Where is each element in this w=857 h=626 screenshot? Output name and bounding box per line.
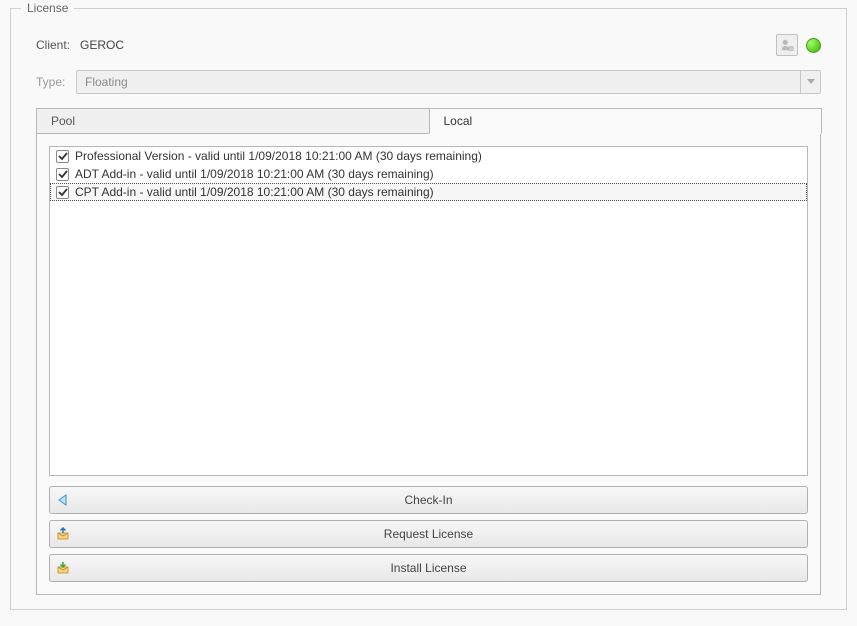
mail-in-icon	[50, 561, 76, 575]
license-item-label: Professional Version - valid until 1/09/…	[75, 149, 482, 163]
chevron-down-icon	[800, 71, 820, 93]
license-list[interactable]: Professional Version - valid until 1/09/…	[49, 146, 808, 476]
install-license-button[interactable]: Install License	[49, 554, 808, 582]
client-row: Client: GEROC	[36, 34, 821, 56]
tabs-header: Pool Local	[36, 108, 821, 134]
button-label: Request License	[76, 527, 807, 541]
request-license-button[interactable]: Request License	[49, 520, 808, 548]
type-label: Type:	[36, 75, 76, 89]
license-checkbox[interactable]	[56, 150, 69, 163]
license-item[interactable]: Professional Version - valid until 1/09/…	[50, 147, 807, 165]
user-profile-button[interactable]	[776, 34, 798, 56]
status-indicator	[806, 38, 821, 53]
license-checkbox[interactable]	[56, 186, 69, 199]
client-label: Client:	[36, 38, 76, 52]
license-item-label: ADT Add-in - valid until 1/09/2018 10:21…	[75, 167, 434, 181]
type-select-value: Floating	[85, 75, 128, 89]
license-item-label: CPT Add-in - valid until 1/09/2018 10:21…	[75, 185, 434, 199]
tabs-container: Pool Local Professional Version - valid …	[36, 108, 821, 595]
type-row: Type: Floating	[36, 70, 821, 94]
checkin-button[interactable]: Check-In	[49, 486, 808, 514]
action-buttons: Check-In Request License	[49, 486, 808, 582]
tab-local[interactable]: Local	[429, 108, 823, 134]
type-select: Floating	[76, 70, 821, 94]
tab-pool[interactable]: Pool	[36, 108, 430, 134]
mail-out-icon	[50, 527, 76, 541]
license-item[interactable]: CPT Add-in - valid until 1/09/2018 10:21…	[50, 183, 807, 201]
top-icons	[776, 34, 821, 56]
license-groupbox: License Client: GEROC Type: Floating P	[10, 8, 847, 610]
client-value: GEROC	[80, 38, 776, 52]
groupbox-title: License	[21, 1, 74, 15]
button-label: Install License	[76, 561, 807, 575]
user-icon	[780, 38, 794, 52]
triangle-left-icon	[50, 494, 76, 506]
tab-body-local: Professional Version - valid until 1/09/…	[36, 133, 821, 595]
button-label: Check-In	[76, 493, 807, 507]
license-checkbox[interactable]	[56, 168, 69, 181]
license-item[interactable]: ADT Add-in - valid until 1/09/2018 10:21…	[50, 165, 807, 183]
